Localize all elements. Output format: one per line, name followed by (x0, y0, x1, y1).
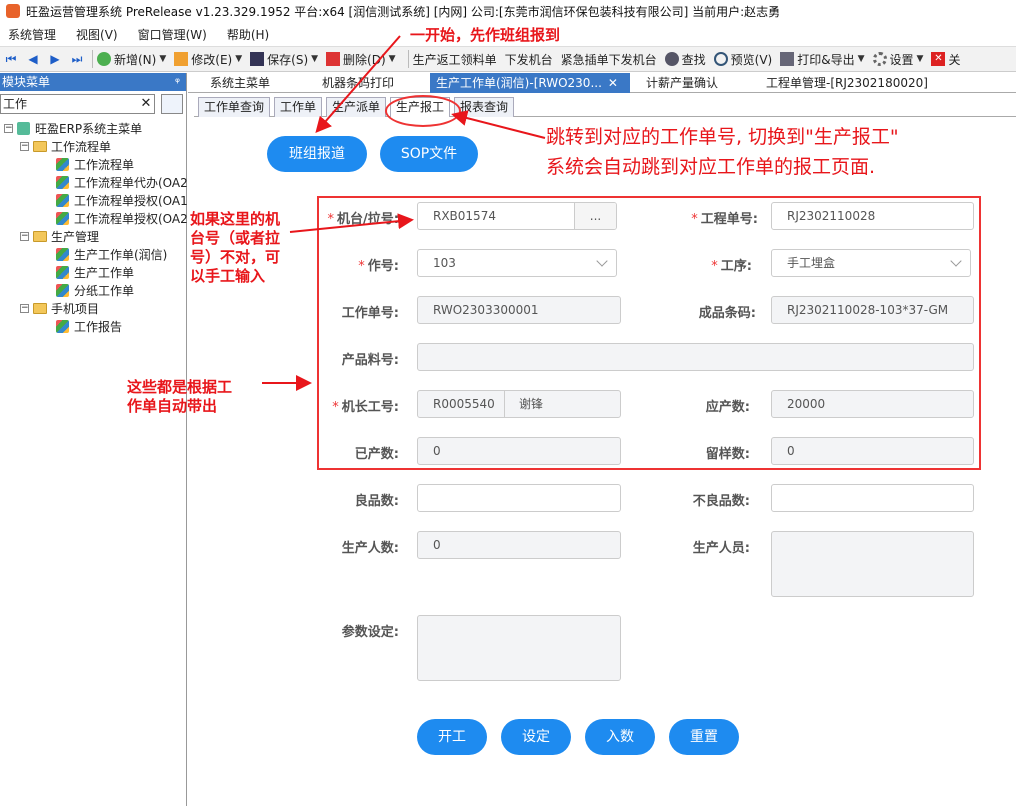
annotation-right-1: 跳转到对应的工作单号, 切换到"生产报工" (546, 126, 899, 148)
annotation-right-2: 系统会自动跳到对应工作单的报工页面. (546, 156, 876, 178)
annotation-low-2: 作单自动带出 (127, 397, 218, 415)
annotation-top: 一开始，先作班组报到 (410, 26, 561, 44)
annotation-mid-1: 如果这里的机 (190, 210, 281, 228)
annotation-mid-3: 号）不对，可 (190, 248, 281, 266)
annotation-mid-4: 以手工输入 (190, 267, 266, 285)
annotation-mid-2: 台号（或者拉 (190, 229, 281, 247)
annotation-low-1: 这些都是根据工 (127, 378, 233, 396)
